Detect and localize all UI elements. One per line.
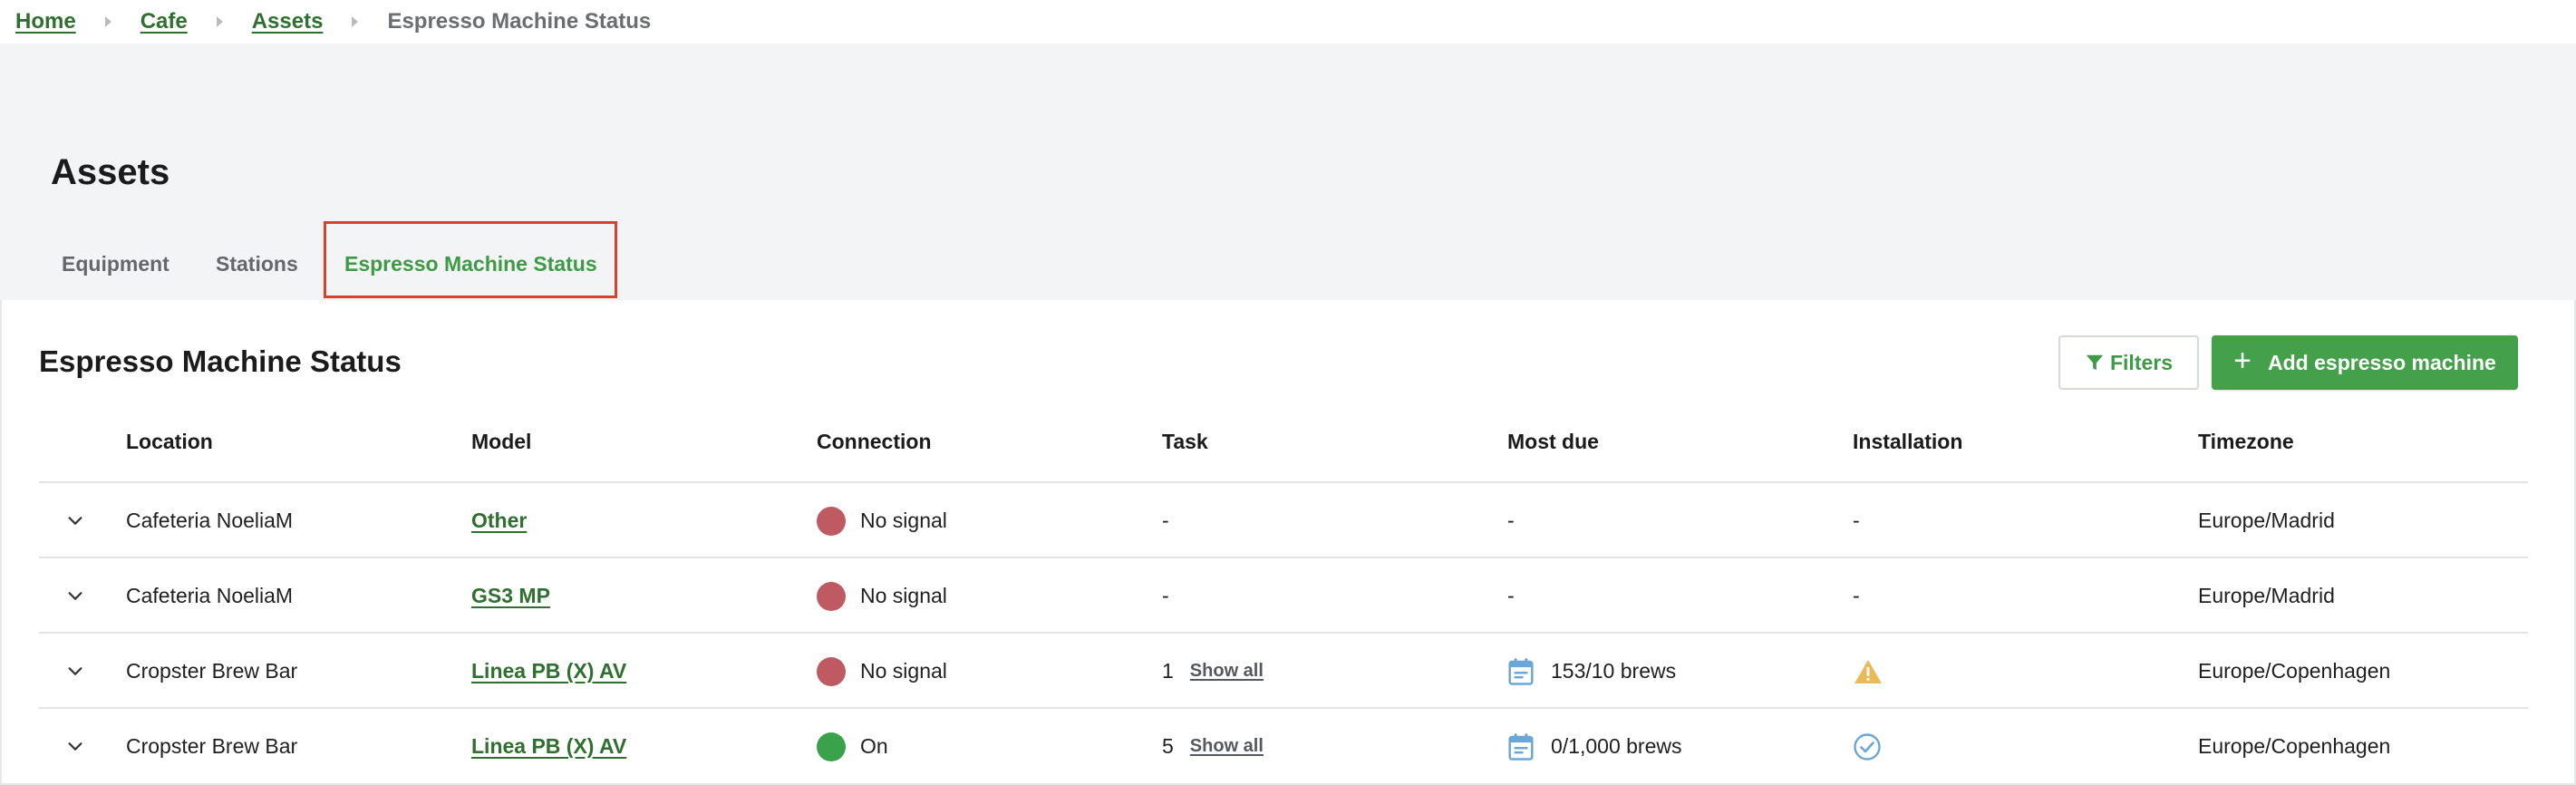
location-cell: Cafeteria NoeliaM: [126, 584, 294, 607]
breadcrumb-current: Espresso Machine Status: [387, 9, 652, 34]
timezone-cell: Europe/Madrid: [2198, 584, 2335, 607]
show-all-link[interactable]: Show all: [1190, 736, 1264, 757]
warning-icon: [1855, 659, 1882, 683]
chevron-down-icon[interactable]: [65, 661, 85, 681]
task-cell: -: [1162, 509, 1169, 532]
breadcrumb-cafe[interactable]: Cafe: [140, 9, 188, 34]
filters-button[interactable]: Filters: [2058, 335, 2199, 390]
breadcrumb-separator-icon: [216, 16, 223, 27]
plus-icon: +: [2233, 344, 2252, 378]
table-row: Cafeteria NoeliaM Other No signal - - - …: [0, 483, 2576, 558]
model-link[interactable]: GS3 MP: [471, 584, 550, 608]
column-task: Task: [1162, 430, 1208, 453]
most-due-cell: -: [1507, 584, 1515, 607]
breadcrumb-separator-icon: [352, 16, 359, 27]
task-count: 1: [1162, 659, 1174, 683]
model-link[interactable]: Linea PB (X) AV: [471, 734, 626, 759]
table-row: Cafeteria NoeliaM GS3 MP No signal - - -…: [0, 558, 2576, 634]
chevron-down-icon[interactable]: [65, 510, 85, 530]
breadcrumb-separator-icon: [104, 16, 111, 27]
breadcrumb: Home Cafe Assets Espresso Machine Status: [0, 0, 2576, 44]
tab-equipment[interactable]: Equipment: [62, 252, 169, 276]
model-link[interactable]: Linea PB (X) AV: [471, 659, 626, 683]
page-title: Assets: [51, 152, 170, 192]
task-cell: -: [1162, 584, 1169, 607]
location-cell: Cropster Brew Bar: [126, 659, 298, 683]
table-row: Cropster Brew Bar Linea PB (X) AV No sig…: [0, 634, 2576, 709]
column-model: Model: [471, 430, 532, 453]
status-dot-icon: [817, 506, 846, 536]
check-circle-icon: [1854, 732, 1881, 761]
chevron-down-icon[interactable]: [65, 586, 85, 606]
page-header: Assets Equipment Stations Espresso Machi…: [0, 44, 2576, 300]
column-installation: Installation: [1853, 430, 1963, 453]
filters-label: Filters: [2109, 350, 2174, 374]
status-dot-icon: [817, 581, 846, 611]
timezone-cell: Europe/Copenhagen: [2198, 659, 2391, 683]
column-location: Location: [126, 430, 213, 453]
location-cell: Cafeteria NoeliaM: [126, 509, 294, 532]
status-dot-icon: [817, 656, 846, 686]
timezone-cell: Europe/Copenhagen: [2198, 734, 2391, 758]
installation-cell: -: [1853, 509, 1860, 532]
task-count: 5: [1162, 734, 1174, 758]
location-cell: Cropster Brew Bar: [126, 734, 298, 758]
most-due-value: 0/1,000 brews: [1551, 734, 1682, 758]
most-due-cell: -: [1507, 509, 1515, 532]
active-tab-highlight: [324, 221, 617, 298]
status-dot-icon: [817, 732, 846, 761]
timezone-cell: Europe/Madrid: [2198, 509, 2335, 532]
add-espresso-machine-button[interactable]: + Add espresso machine: [2212, 335, 2518, 390]
connection-status: On: [860, 734, 888, 758]
calendar-icon: [1508, 732, 1534, 761]
table-row: Cropster Brew Bar Linea PB (X) AV On 5 S…: [0, 709, 2576, 784]
tab-stations[interactable]: Stations: [216, 252, 298, 276]
installation-cell: -: [1853, 584, 1860, 607]
most-due-value: 153/10 brews: [1551, 659, 1677, 683]
connection-status: No signal: [860, 509, 947, 532]
connection-status: No signal: [860, 659, 947, 683]
breadcrumb-assets[interactable]: Assets: [252, 9, 324, 34]
filter-icon: [2086, 354, 2104, 371]
column-most-due: Most due: [1507, 430, 1599, 453]
column-timezone: Timezone: [2198, 430, 2294, 453]
add-label: Add espresso machine: [2268, 350, 2496, 374]
column-connection: Connection: [817, 430, 932, 453]
breadcrumb-home[interactable]: Home: [15, 9, 76, 34]
model-link[interactable]: Other: [471, 509, 527, 533]
show-all-link[interactable]: Show all: [1190, 661, 1264, 682]
connection-status: No signal: [860, 584, 947, 607]
calendar-icon: [1508, 657, 1534, 685]
chevron-down-icon[interactable]: [65, 736, 85, 756]
section-title: Espresso Machine Status: [39, 344, 402, 378]
